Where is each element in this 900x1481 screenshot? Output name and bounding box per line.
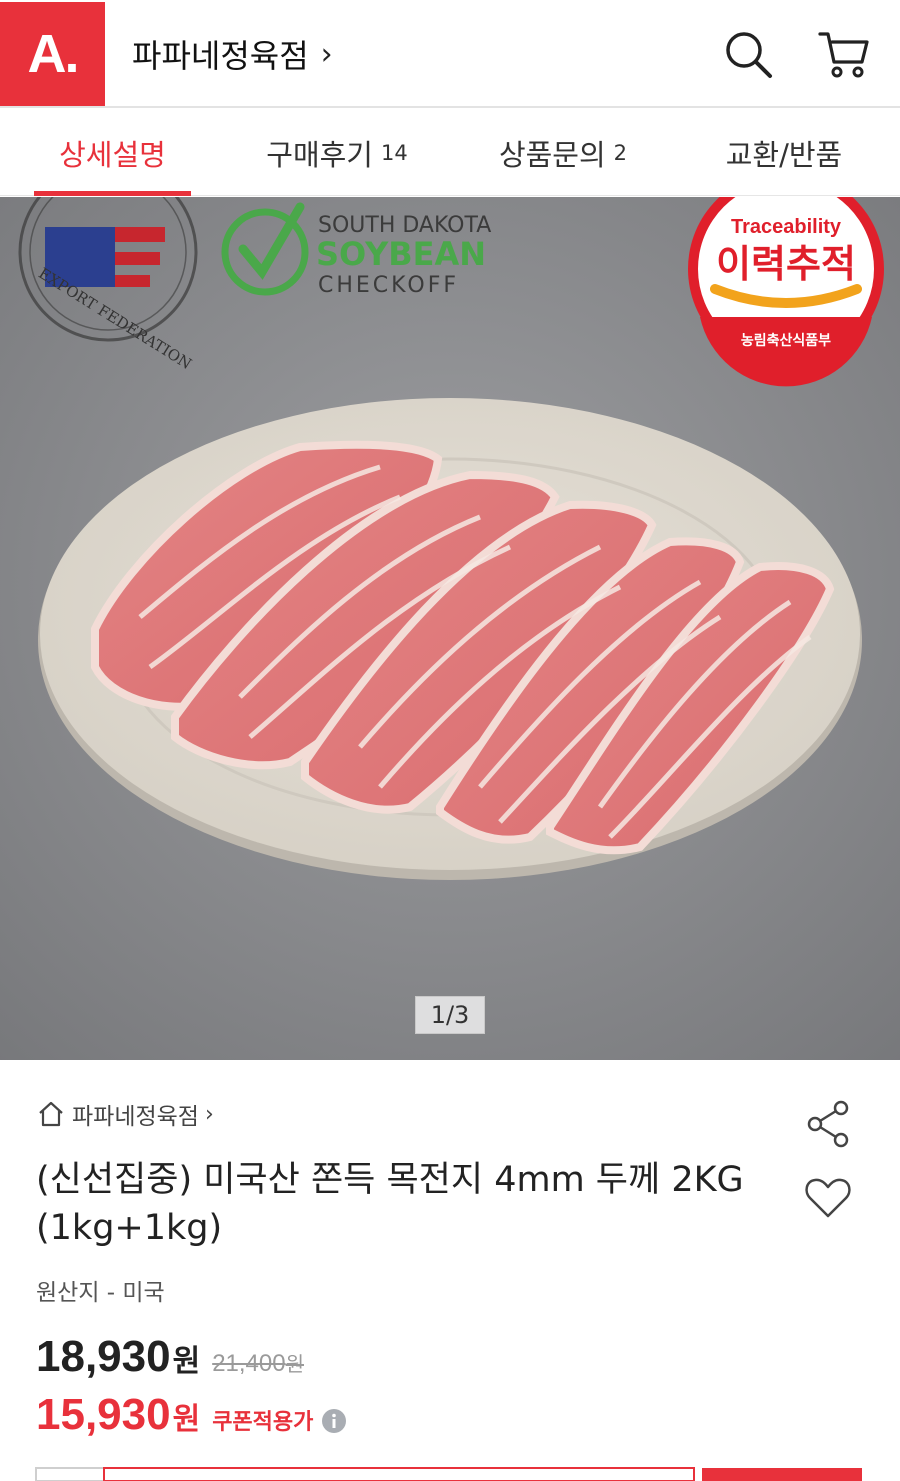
logo-text: A.: [27, 24, 80, 84]
buy-button-outline[interactable]: [103, 1467, 695, 1481]
tab-exchange-return[interactable]: 교환/반품: [702, 110, 866, 196]
tab-count: 2: [613, 141, 628, 165]
coupon-label: 쿠폰적용가: [212, 1410, 314, 1435]
tab-label: 구매후기: [266, 138, 373, 172]
product-photo: EXPORT FEDERATION SOUTH DAKOTA SOYBEAN C…: [0, 197, 900, 1060]
store-name-link[interactable]: 파파네정육점 ›: [132, 30, 333, 78]
image-counter: 1/3: [415, 996, 485, 1034]
store-name: 파파네정육점: [132, 37, 309, 75]
chevron-right-icon: ›: [320, 36, 333, 72]
chevron-right-icon: ›: [204, 1101, 214, 1127]
product-origin: 원산지 - 미국: [36, 1280, 165, 1306]
store-breadcrumb[interactable]: 파파네정육점 ›: [36, 1097, 214, 1131]
cart-icon[interactable]: [816, 26, 872, 82]
coupon-price-unit: 원: [172, 1402, 201, 1437]
info-icon[interactable]: [321, 1408, 347, 1434]
original-price-unit: 원: [285, 1352, 304, 1376]
price-unit: 원: [172, 1344, 201, 1379]
share-icon[interactable]: [803, 1098, 853, 1148]
product-tabs: 상세설명 구매후기 14 상품문의 2 교환/반품: [0, 110, 900, 196]
trace-sub: 농림축산식품부: [741, 332, 831, 349]
buy-button[interactable]: [702, 1468, 862, 1481]
trace-kr: 이력추적: [716, 242, 856, 286]
app-logo[interactable]: A.: [0, 2, 105, 106]
tab-label: 상세설명: [59, 138, 166, 172]
tab-label: 교환/반품: [725, 138, 843, 172]
soy-line2: SOYBEAN: [316, 235, 486, 273]
breadcrumb-label: 파파네정육점: [72, 1104, 199, 1130]
tab-inquiries[interactable]: 상품문의 2: [485, 110, 641, 196]
heart-icon[interactable]: [803, 1172, 853, 1222]
tab-reviews[interactable]: 구매후기 14: [252, 110, 422, 196]
home-icon: [39, 1101, 63, 1127]
coupon-price: 15,930: [36, 1390, 171, 1439]
price-row: 18,930 원 21,400 원: [36, 1332, 304, 1382]
original-price: 21,400: [212, 1350, 286, 1377]
search-icon[interactable]: [720, 26, 776, 82]
bottom-action-bar: [35, 1467, 862, 1481]
option-selector[interactable]: [35, 1467, 105, 1481]
sale-price: 18,930: [36, 1332, 171, 1381]
tab-description[interactable]: 상세설명: [34, 110, 191, 196]
product-title: (신선집중) 미국산 쫀득 목전지 4mm 두께 2KG (1kg+1kg): [36, 1160, 744, 1248]
trace-en: Traceability: [731, 216, 842, 238]
soy-line3: CHECKOFF: [318, 273, 459, 298]
tab-count: 14: [381, 141, 408, 165]
tab-label: 상품문의: [498, 138, 606, 172]
product-image[interactable]: EXPORT FEDERATION SOUTH DAKOTA SOYBEAN C…: [0, 197, 900, 1060]
coupon-price-row: 15,930 원 쿠폰적용가: [36, 1390, 347, 1440]
app-header: A. 파파네정육점 ›: [0, 0, 900, 108]
